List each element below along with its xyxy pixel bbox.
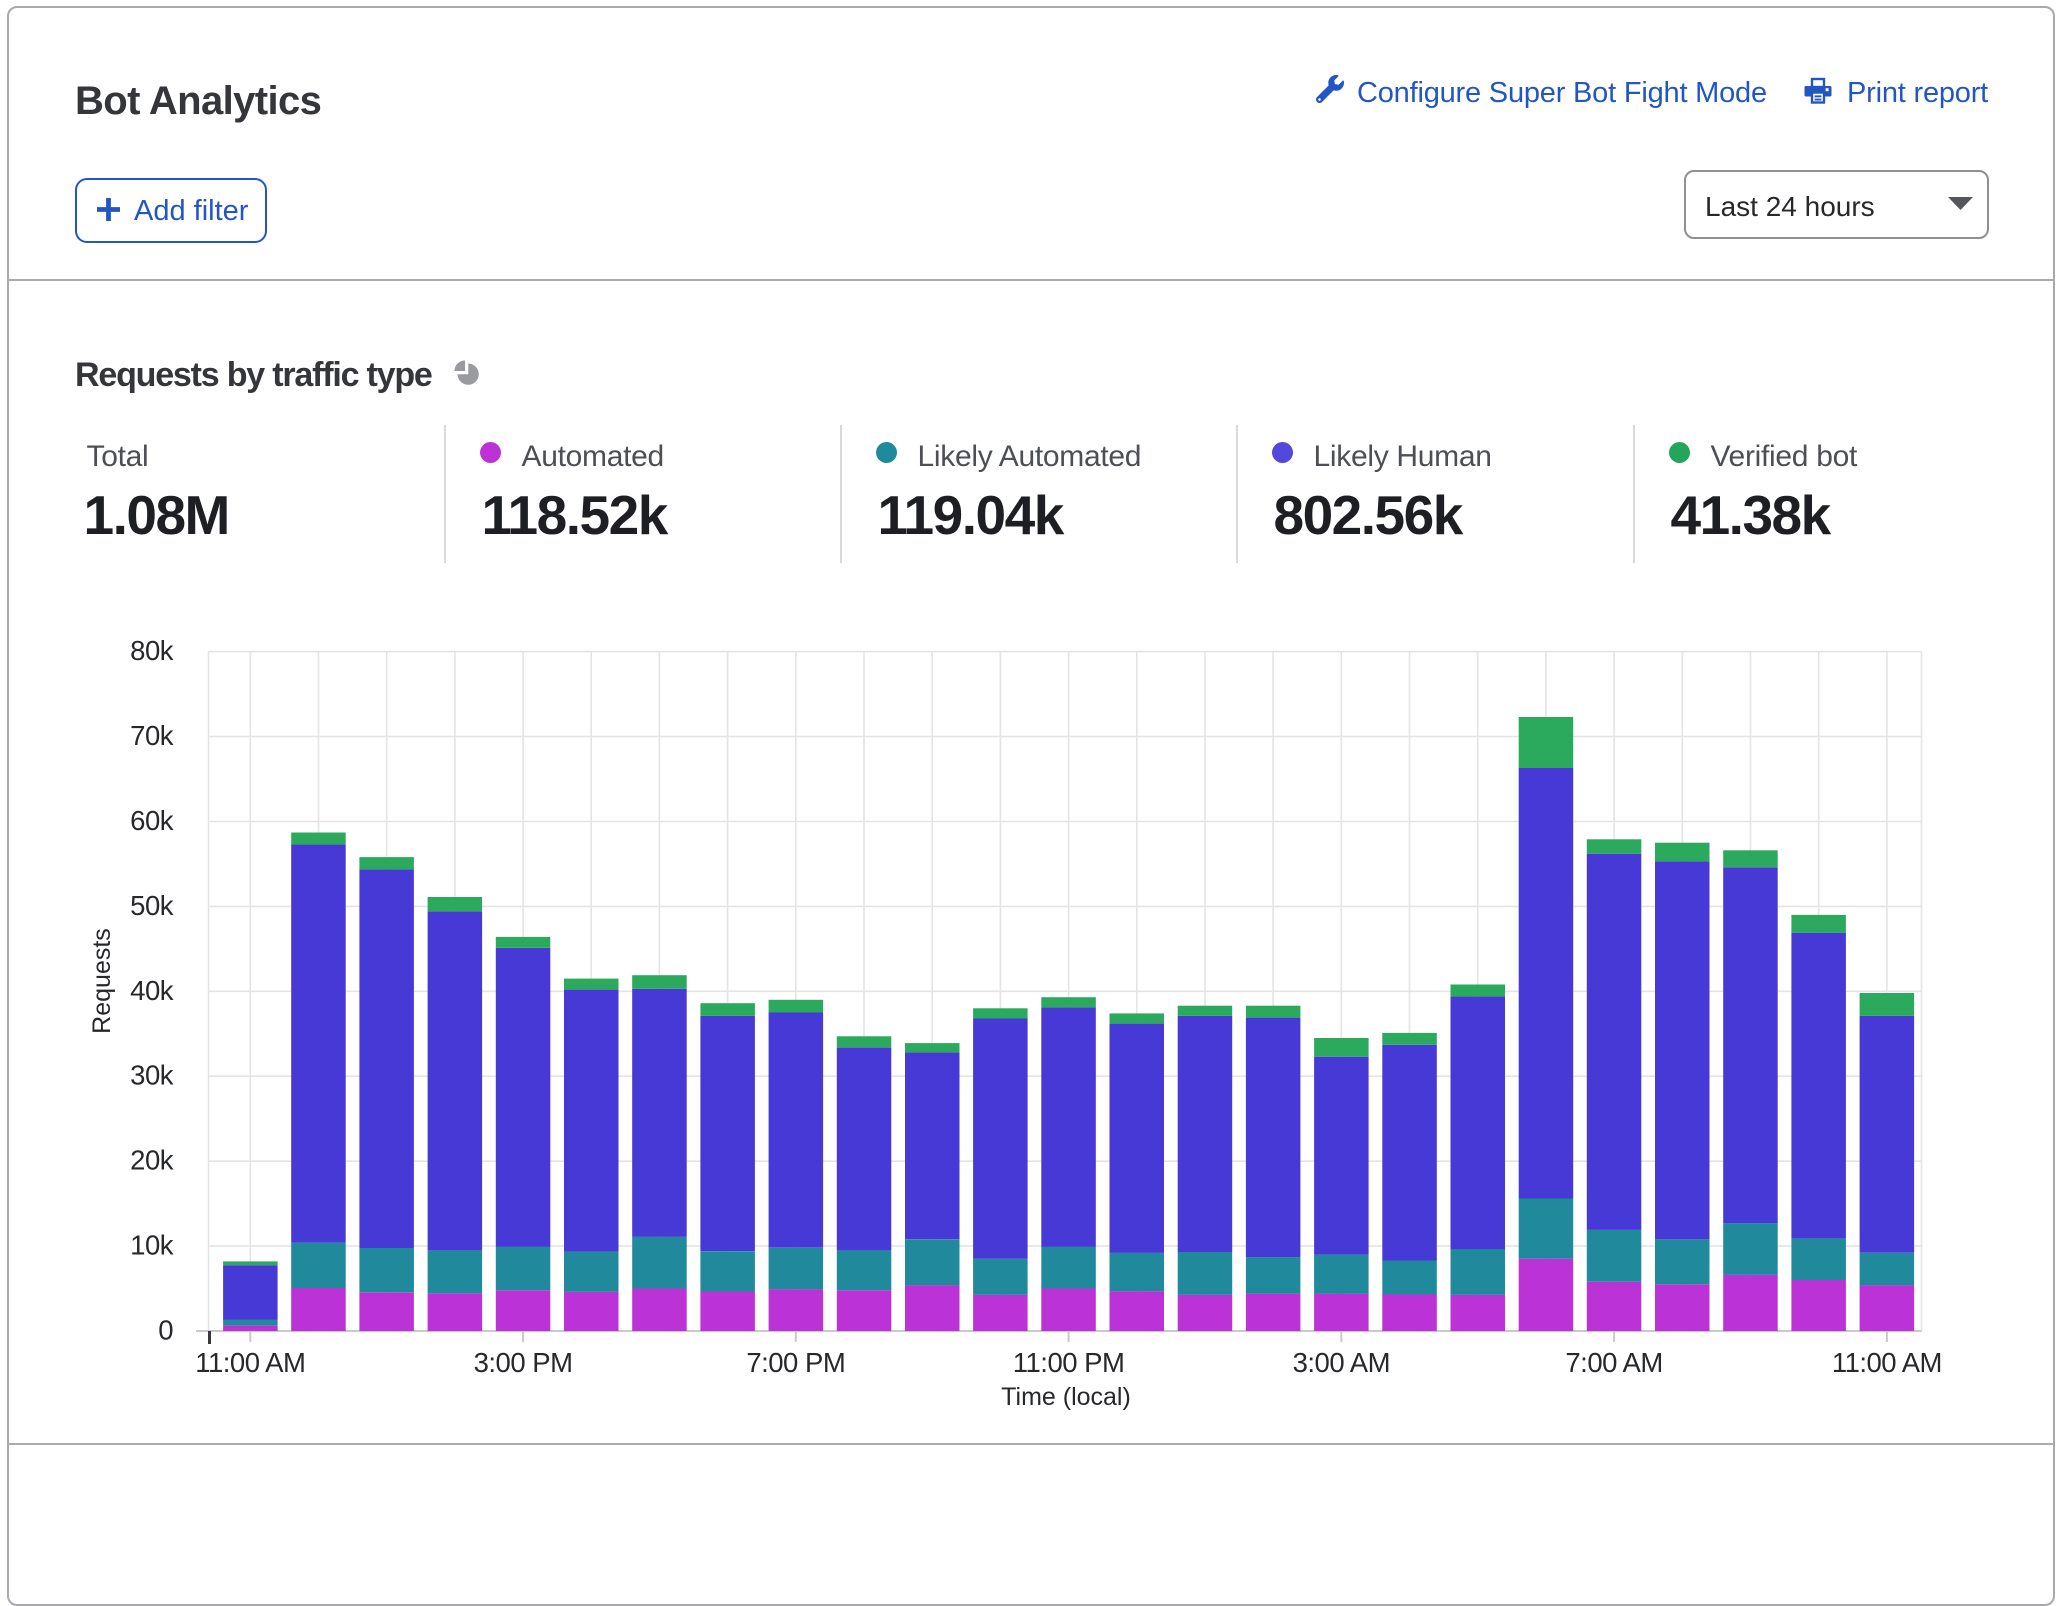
svg-text:11:00 AM: 11:00 AM — [195, 1347, 305, 1378]
svg-text:50k: 50k — [130, 890, 174, 921]
svg-text:10k: 10k — [130, 1230, 174, 1261]
svg-text:11:00 AM: 11:00 AM — [1832, 1347, 1942, 1378]
svg-text:7:00 AM: 7:00 AM — [1565, 1347, 1662, 1378]
svg-text:80k: 80k — [130, 635, 174, 666]
svg-text:3:00 PM: 3:00 PM — [474, 1347, 573, 1378]
svg-text:60k: 60k — [130, 805, 174, 836]
svg-text:40k: 40k — [130, 975, 174, 1006]
svg-text:30k: 30k — [130, 1060, 174, 1091]
svg-text:Time (local): Time (local) — [1001, 1383, 1131, 1411]
svg-text:Requests: Requests — [88, 928, 116, 1034]
svg-text:7:00 PM: 7:00 PM — [746, 1347, 845, 1378]
svg-text:20k: 20k — [130, 1145, 174, 1176]
svg-text:11:00 PM: 11:00 PM — [1013, 1347, 1125, 1378]
svg-text:0: 0 — [158, 1315, 173, 1346]
svg-text:70k: 70k — [130, 720, 174, 751]
svg-text:3:00 AM: 3:00 AM — [1293, 1347, 1390, 1378]
